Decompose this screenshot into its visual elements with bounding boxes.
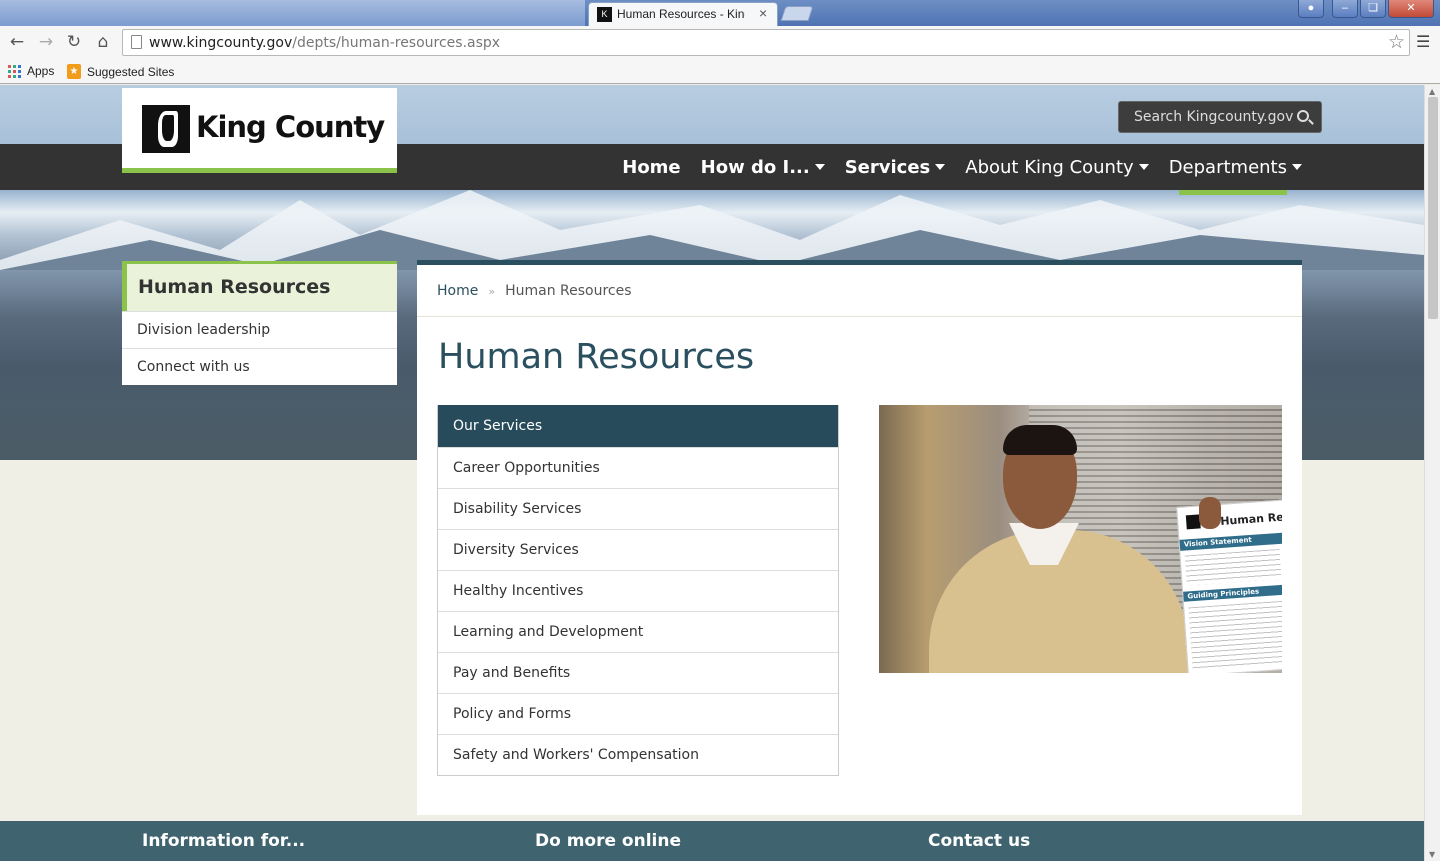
bookmark-suggested-label: Suggested Sites bbox=[87, 64, 175, 79]
sidebar-item-division-leadership[interactable]: Division leadership bbox=[122, 311, 397, 348]
nav-home[interactable]: Home bbox=[622, 157, 680, 178]
page-viewport: King County Search Kingcounty.gov Home H… bbox=[0, 85, 1424, 861]
nav-home-label: Home bbox=[622, 156, 681, 178]
scroll-down-arrow-icon[interactable]: ▼ bbox=[1429, 850, 1435, 859]
breadcrumb-separator-icon: » bbox=[488, 284, 496, 298]
chevron-down-icon bbox=[1292, 164, 1302, 170]
services-list: Our Services Career Opportunities Disabi… bbox=[437, 405, 839, 776]
breadcrumb-current: Human Resources bbox=[505, 283, 632, 299]
browser-tab[interactable]: K Human Resources - King C × bbox=[588, 2, 778, 26]
service-item-learning-and-development[interactable]: Learning and Development bbox=[438, 611, 838, 652]
footer-heading-contact-us: Contact us bbox=[928, 831, 1031, 851]
page-scrollbar[interactable]: ▲ ▼ bbox=[1424, 85, 1440, 861]
section-sidebar: Human Resources Division leadership Conn… bbox=[122, 261, 397, 385]
logo-text: King County bbox=[196, 110, 385, 144]
reload-icon[interactable]: ↻ bbox=[63, 31, 85, 53]
footer-heading-do-more-online: Do more online bbox=[535, 831, 682, 851]
service-item-disability-services[interactable]: Disability Services bbox=[438, 488, 838, 529]
sidebar-item-connect-with-us[interactable]: Connect with us bbox=[122, 348, 397, 385]
photo-person-hand bbox=[1199, 497, 1221, 529]
service-item-diversity-services[interactable]: Diversity Services bbox=[438, 529, 838, 570]
tab-close-icon[interactable]: × bbox=[759, 5, 767, 21]
mlk-logo-icon bbox=[142, 105, 190, 153]
forward-arrow-icon[interactable]: → bbox=[35, 31, 57, 53]
main-content-card: Home » Human Resources Human Resources O… bbox=[417, 260, 1302, 815]
back-arrow-icon[interactable]: ← bbox=[6, 31, 28, 53]
nav-about-king-county[interactable]: About King County bbox=[965, 156, 1149, 178]
service-item-healthy-incentives[interactable]: Healthy Incentives bbox=[438, 570, 838, 611]
sidebar-title[interactable]: Human Resources bbox=[122, 261, 397, 311]
bookmark-apps-label: Apps bbox=[27, 64, 55, 78]
apps-grid-icon bbox=[8, 64, 21, 78]
breadcrumb: Home » Human Resources bbox=[437, 283, 632, 299]
service-item-career-opportunities[interactable]: Career Opportunities bbox=[438, 447, 838, 488]
page-title: Human Resources bbox=[438, 337, 755, 377]
nav-about-label: About King County bbox=[965, 156, 1134, 178]
breadcrumb-divider bbox=[417, 316, 1302, 317]
bookmark-star-icon[interactable]: ☆ bbox=[1388, 31, 1405, 53]
services-heading: Our Services bbox=[438, 405, 838, 447]
photo-poster: Human Res Vision Statement Guiding Princ… bbox=[1176, 499, 1282, 673]
photo-person-hair bbox=[1003, 425, 1077, 455]
scrollbar-thumb[interactable] bbox=[1428, 97, 1438, 319]
chevron-down-icon bbox=[814, 164, 825, 170]
maximize-button[interactable]: ❏ bbox=[1360, 0, 1386, 18]
tab-title: Human Resources - King C bbox=[617, 7, 745, 21]
url-path: /depts/human-resources.aspx bbox=[292, 35, 501, 51]
hr-staff-photo: Human Res Vision Statement Guiding Princ… bbox=[879, 405, 1282, 673]
bookmarks-bar: Apps ★ Suggested Sites bbox=[0, 58, 1440, 84]
service-item-safety-and-workers-compensation[interactable]: Safety and Workers' Compensation bbox=[438, 734, 838, 775]
poster-text-lines bbox=[1184, 548, 1282, 586]
bookmark-apps[interactable]: Apps bbox=[8, 64, 54, 78]
nav-services-label: Services bbox=[844, 156, 931, 178]
king-county-logo[interactable]: King County bbox=[122, 88, 397, 173]
nav-departments[interactable]: Departments bbox=[1169, 157, 1302, 178]
nav-services[interactable]: Services bbox=[845, 157, 946, 178]
suggested-sites-icon: ★ bbox=[67, 64, 81, 79]
scroll-up-arrow-icon[interactable]: ▲ bbox=[1429, 87, 1435, 96]
new-tab-button[interactable] bbox=[780, 6, 814, 21]
browser-titlebar: K Human Resources - King C × ● – ❏ ✕ bbox=[0, 0, 1440, 26]
address-bar[interactable]: www.kingcounty.gov/depts/human-resources… bbox=[122, 29, 1410, 56]
site-search-input[interactable]: Search Kingcounty.gov bbox=[1118, 101, 1322, 133]
home-icon[interactable]: ⌂ bbox=[92, 31, 114, 53]
active-nav-indicator bbox=[1179, 190, 1287, 195]
page-icon bbox=[131, 35, 142, 49]
king-county-favicon-icon: K bbox=[597, 7, 612, 22]
site-footer: Information for... Do more online Contac… bbox=[0, 821, 1424, 861]
chevron-down-icon bbox=[1138, 164, 1149, 170]
service-item-policy-and-forms[interactable]: Policy and Forms bbox=[438, 693, 838, 734]
main-navigation: Home How do I... Services About King Cou… bbox=[622, 144, 1302, 190]
search-icon[interactable] bbox=[1297, 110, 1309, 122]
titlebar-frost bbox=[0, 0, 585, 26]
chevron-down-icon bbox=[935, 164, 946, 170]
search-placeholder: Search Kingcounty.gov bbox=[1134, 109, 1294, 125]
url-host: www.kingcounty.gov bbox=[149, 35, 293, 51]
nav-how-do-i-label: How do I... bbox=[700, 156, 810, 178]
user-profile-icon[interactable]: ● bbox=[1298, 0, 1324, 18]
service-item-pay-and-benefits[interactable]: Pay and Benefits bbox=[438, 652, 838, 693]
poster-title: Human Res bbox=[1219, 510, 1282, 528]
url-text[interactable]: www.kingcounty.gov/depts/human-resources… bbox=[149, 35, 500, 51]
footer-heading-information-for: Information for... bbox=[142, 831, 306, 851]
poster-text-lines-2 bbox=[1188, 600, 1282, 672]
breadcrumb-home[interactable]: Home bbox=[437, 283, 478, 299]
nav-departments-label: Departments bbox=[1168, 156, 1287, 178]
nav-how-do-i[interactable]: How do I... bbox=[701, 157, 825, 178]
close-window-button[interactable]: ✕ bbox=[1388, 0, 1434, 18]
minimize-button[interactable]: – bbox=[1332, 0, 1358, 18]
chrome-menu-icon[interactable]: ☰ bbox=[1416, 32, 1430, 51]
bookmark-suggested-sites[interactable]: ★ Suggested Sites bbox=[67, 64, 174, 79]
window-controls: ● – ❏ ✕ bbox=[1298, 0, 1434, 18]
